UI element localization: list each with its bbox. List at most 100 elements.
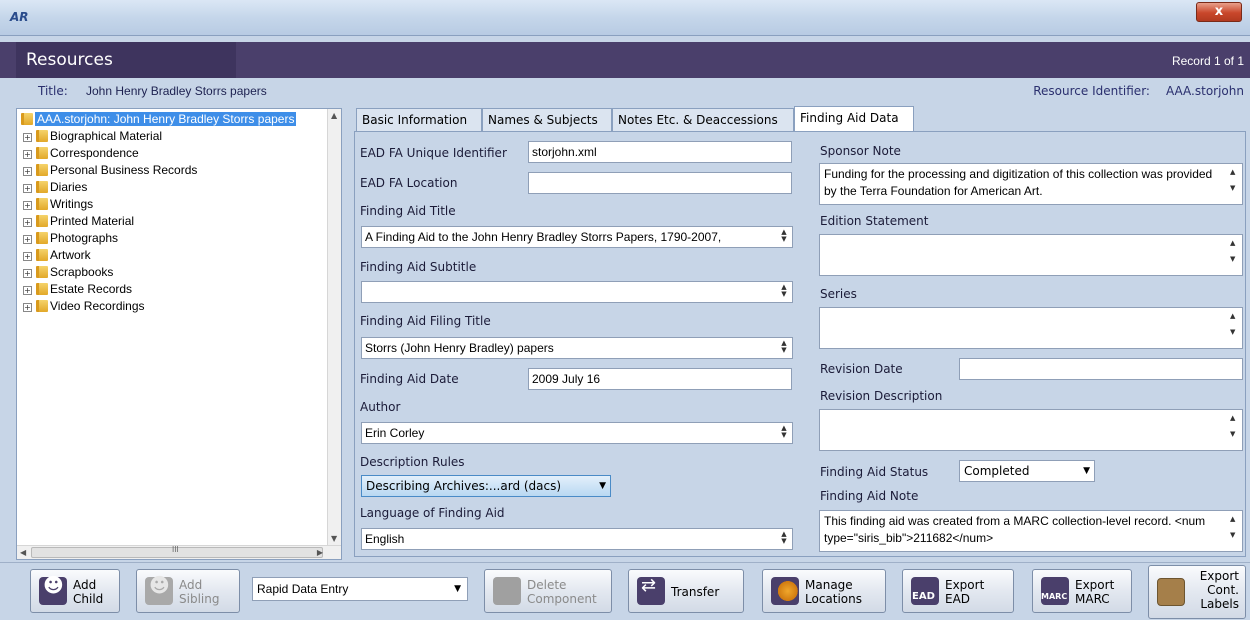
add-sibling-button[interactable]: AddSibling	[136, 569, 240, 613]
expand-icon[interactable]: +	[23, 218, 32, 227]
title-field[interactable]: A Finding Aid to the John Henry Bradley …	[361, 226, 793, 248]
sponsor-note-field[interactable]: Funding for the processing and digitizat…	[819, 163, 1243, 205]
finding-aid-note-field[interactable]: This finding aid was created from a MARC…	[819, 510, 1243, 552]
tree-item-artwork[interactable]: + Artwork	[23, 247, 91, 264]
status-label: Finding Aid Status	[820, 465, 929, 479]
tree-item-label: Artwork	[50, 248, 91, 262]
scroll-down-icon[interactable]: ▼	[331, 534, 337, 543]
scroll-arrows-icon[interactable]: ▲ ▼	[1230, 239, 1240, 263]
tab-finding-aid-data[interactable]: Finding Aid Data	[794, 106, 914, 132]
location-icon	[771, 577, 799, 605]
export-ead-button[interactable]: ExportEAD	[902, 569, 1014, 613]
tab-basic-information[interactable]: Basic Information	[356, 108, 482, 132]
filing-title-value: Storrs (John Henry Bradley) papers	[365, 341, 554, 355]
tree-item-diaries[interactable]: + Diaries	[23, 179, 87, 196]
expand-icon[interactable]: +	[23, 252, 32, 261]
tree-vertical-scrollbar[interactable]: ▲ ▼	[327, 109, 341, 545]
revision-description-label: Revision Description	[820, 389, 943, 403]
tree-item-video-recordings[interactable]: + Video Recordings	[23, 298, 145, 315]
tree-item-personal-business[interactable]: + Personal Business Records	[23, 162, 197, 179]
scroll-up-icon[interactable]: ▲	[331, 111, 337, 120]
filing-title-field[interactable]: Storrs (John Henry Bradley) papers ▲ ▼	[361, 337, 793, 359]
export-container-labels-button[interactable]: Export Cont. Labels	[1148, 565, 1246, 619]
scroll-right-icon[interactable]: ▶	[317, 548, 323, 557]
revision-date-field[interactable]	[959, 358, 1243, 380]
tab-notes-deaccessions[interactable]: Notes Etc. & Deaccessions	[612, 108, 794, 132]
chevron-down-icon[interactable]: ▼	[1083, 461, 1090, 481]
window-titlebar: AR x	[0, 0, 1250, 36]
expand-icon[interactable]: +	[23, 133, 32, 142]
series-field[interactable]: ▲ ▼	[819, 307, 1243, 349]
tree-item-label: Photographs	[50, 231, 119, 245]
expand-icon[interactable]: +	[23, 167, 32, 176]
subtitle-field[interactable]: ▲ ▼	[361, 281, 793, 303]
tree-item-scrapbooks[interactable]: + Scrapbooks	[23, 264, 113, 281]
tab-names-subjects[interactable]: Names & Subjects	[482, 108, 612, 132]
tree-item-biographical[interactable]: + Biographical Material	[23, 128, 162, 145]
tree-horizontal-scrollbar[interactable]: ◀ III ▶	[17, 545, 341, 559]
transfer-button[interactable]: Transfer	[628, 569, 744, 613]
location-field[interactable]	[528, 172, 792, 194]
folder-icon	[36, 181, 48, 193]
scroll-arrows-icon[interactable]: ▲ ▼	[1230, 312, 1240, 336]
unique-id-label: EAD FA Unique Identifier	[360, 146, 507, 160]
tree-item-printed-material[interactable]: + Printed Material	[23, 213, 134, 230]
unique-id-field[interactable]: storjohn.xml	[528, 141, 792, 163]
delete-component-button[interactable]: Delete Component	[484, 569, 612, 613]
component-tree[interactable]: AAA.storjohn: John Henry Bradley Storrs …	[16, 108, 342, 560]
description-rules-select[interactable]: Describing Archives:...ard (dacs) ▼	[361, 475, 611, 497]
scroll-arrows-icon[interactable]: ▲ ▼	[1230, 515, 1240, 539]
tree-root-node[interactable]: AAA.storjohn: John Henry Bradley Storrs …	[21, 111, 297, 127]
date-label: Finding Aid Date	[360, 372, 459, 386]
resource-identifier: Resource Identifier: AAA.storjohn	[1033, 84, 1244, 98]
expand-icon[interactable]: +	[23, 184, 32, 193]
rapid-data-entry-select[interactable]: Rapid Data Entry ▼	[252, 577, 468, 601]
spinner-icon[interactable]: ▲ ▼	[778, 340, 790, 356]
export-marc-button[interactable]: ExportMARC	[1032, 569, 1132, 613]
date-field[interactable]: 2009 July 16	[528, 368, 792, 390]
spinner-icon[interactable]: ▲ ▼	[778, 229, 790, 245]
author-field[interactable]: Erin Corley ▲ ▼	[361, 422, 793, 444]
tree-item-photographs[interactable]: + Photographs	[23, 230, 118, 247]
expand-icon[interactable]: +	[23, 201, 32, 210]
tree-item-label: Correspondence	[50, 146, 139, 160]
tree-item-correspondence[interactable]: + Correspondence	[23, 145, 139, 162]
export-ead-label: Export EAD	[945, 578, 985, 606]
chevron-down-icon[interactable]: ▼	[454, 578, 461, 600]
folder-icon	[36, 283, 48, 295]
ead-icon	[911, 577, 939, 605]
expand-icon[interactable]: +	[23, 303, 32, 312]
scroll-arrows-icon[interactable]: ▲ ▼	[1230, 168, 1240, 192]
edition-field[interactable]: ▲ ▼	[819, 234, 1243, 276]
transfer-icon	[637, 577, 665, 605]
author-label: Author	[360, 400, 401, 414]
window-close-button[interactable]: x	[1196, 2, 1242, 22]
tree-item-label: Printed Material	[50, 214, 135, 228]
status-select[interactable]: Completed ▼	[959, 460, 1095, 482]
spinner-icon[interactable]: ▲ ▼	[778, 531, 790, 547]
marc-icon	[1041, 577, 1069, 605]
export-labels-label: Export Cont. Labels	[1199, 569, 1239, 611]
chevron-down-icon[interactable]: ▼	[599, 476, 606, 496]
add-child-button[interactable]: AddChild	[30, 569, 120, 613]
title-field-label: Finding Aid Title	[360, 204, 456, 218]
tree-item-writings[interactable]: + Writings	[23, 196, 93, 213]
scroll-thumb[interactable]: III	[31, 545, 323, 558]
author-value: Erin Corley	[365, 426, 425, 440]
tree-item-estate-records[interactable]: + Estate Records	[23, 281, 132, 298]
revision-description-field[interactable]: ▲ ▼	[819, 409, 1243, 451]
scroll-arrows-icon[interactable]: ▲ ▼	[1230, 414, 1240, 438]
spinner-icon[interactable]: ▲ ▼	[778, 425, 790, 441]
filing-title-label: Finding Aid Filing Title	[360, 314, 491, 328]
manage-locations-button[interactable]: Manage Locations	[762, 569, 886, 613]
expand-icon[interactable]: +	[23, 286, 32, 295]
language-field[interactable]: English ▲ ▼	[361, 528, 793, 550]
folder-icon	[36, 215, 48, 227]
expand-icon[interactable]: +	[23, 150, 32, 159]
expand-icon[interactable]: +	[23, 269, 32, 278]
scroll-left-icon[interactable]: ◀	[20, 548, 26, 557]
rapid-data-entry-value: Rapid Data Entry	[257, 582, 349, 596]
spinner-icon[interactable]: ▲ ▼	[778, 284, 790, 300]
tree-item-label: Video Recordings	[50, 299, 145, 313]
expand-icon[interactable]: +	[23, 235, 32, 244]
